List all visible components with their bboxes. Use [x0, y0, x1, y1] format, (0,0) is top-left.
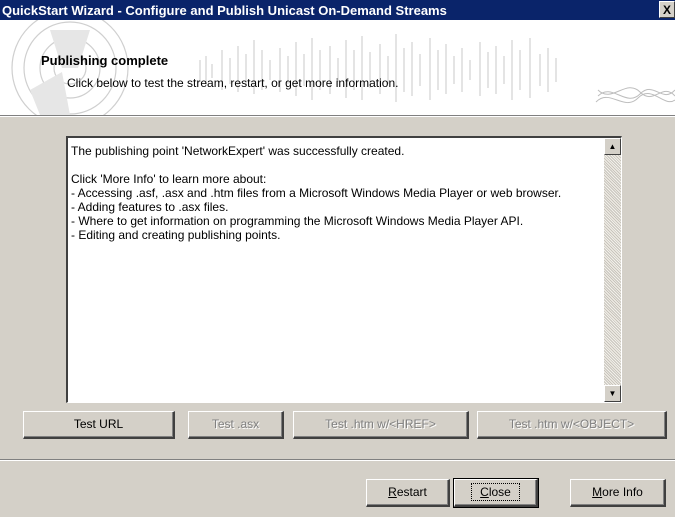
vertical-scrollbar[interactable]: ▲ ▼ [604, 138, 621, 402]
list-item: - Where to get information on programmin… [71, 214, 524, 228]
test-asx-button[interactable]: Test .asx [188, 411, 284, 439]
restart-button[interactable]: Restart [366, 479, 450, 507]
more-info-button[interactable]: More Info [570, 479, 666, 507]
info-text: The publishing point 'NetworkExpert' was… [71, 144, 603, 242]
wizard-header: Publishing complete Click below to test … [0, 20, 675, 115]
list-item: - Adding features to .asx files. [71, 200, 229, 214]
restart-mnemonic: R [388, 485, 397, 499]
more-info-intro: Click 'More Info' to learn more about: [71, 172, 267, 186]
close-label: lose [488, 485, 511, 499]
header-divider [0, 115, 675, 117]
window-title: QuickStart Wizard - Configure and Publis… [2, 3, 447, 18]
more-info-label: ore Info [602, 485, 643, 499]
focus-rect: Close [471, 483, 520, 501]
footer-divider [0, 459, 675, 461]
close-window-button[interactable]: X [659, 1, 675, 18]
test-url-button[interactable]: Test URL [23, 411, 175, 439]
success-message: The publishing point 'NetworkExpert' was… [71, 144, 405, 158]
close-button[interactable]: Close [453, 478, 539, 508]
page-title: Publishing complete [41, 53, 169, 68]
list-item: - Accessing .asf, .asx and .htm files fr… [71, 186, 562, 200]
page-subtitle: Click below to test the stream, restart,… [67, 76, 399, 90]
test-htm-href-button[interactable]: Test .htm w/<HREF> [293, 411, 469, 439]
more-info-mnemonic: M [592, 485, 603, 499]
scroll-down-button[interactable]: ▼ [604, 385, 621, 402]
close-mnemonic: C [480, 485, 489, 499]
info-textbox[interactable]: The publishing point 'NetworkExpert' was… [66, 136, 622, 403]
topic-list: - Accessing .asf, .asx and .htm files fr… [71, 186, 603, 242]
title-bar: QuickStart Wizard - Configure and Publis… [0, 0, 675, 20]
test-htm-object-button[interactable]: Test .htm w/<OBJECT> [477, 411, 667, 439]
restart-label: estart [396, 485, 427, 499]
scroll-up-button[interactable]: ▲ [604, 138, 621, 155]
list-item: - Editing and creating publishing points… [71, 228, 281, 242]
